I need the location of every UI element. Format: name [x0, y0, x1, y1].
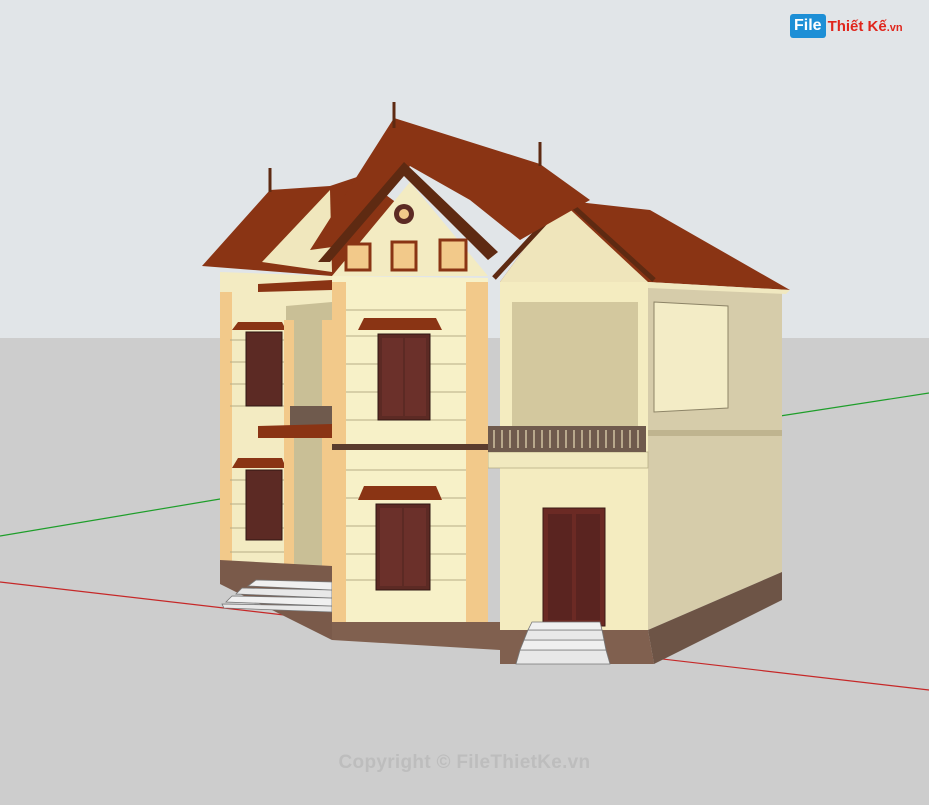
balcony-recess [512, 302, 638, 426]
logo-file-badge: File [790, 14, 826, 38]
copyright-watermark: Copyright © FileThietKe.vn [338, 752, 591, 773]
side-opening [653, 301, 729, 413]
lower-window-awning [358, 486, 442, 500]
site-logo[interactable]: File Thiết Kế.vn [790, 12, 903, 40]
left-lower-window [245, 469, 283, 541]
side-steps [515, 621, 611, 665]
logo-name: Thiết Kế [827, 17, 887, 35]
model-viewport[interactable] [0, 0, 929, 805]
left-upper-window [245, 331, 283, 407]
upper-window-awning [358, 318, 442, 330]
logo-tld: .vn [886, 21, 903, 34]
porch-railing [290, 406, 332, 426]
